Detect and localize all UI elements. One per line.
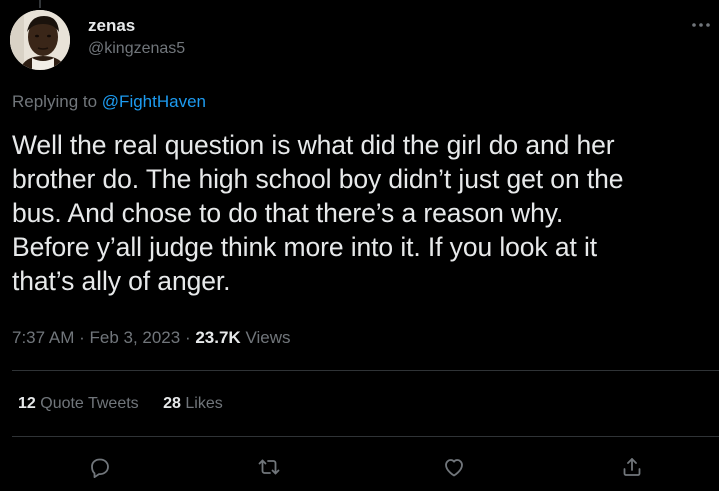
tweet-text-line: Before y’all judge think more into it. I… bbox=[12, 232, 598, 262]
tweet-time[interactable]: 7:37 AM bbox=[12, 328, 74, 347]
replying-to-label: Replying to bbox=[12, 92, 98, 111]
tweet-text: Well the real question is what did the g… bbox=[12, 128, 712, 298]
replying-to: Replying to @FightHaven bbox=[12, 91, 206, 113]
reply-button[interactable] bbox=[85, 452, 115, 482]
avatar-image bbox=[10, 10, 70, 70]
retweet-button[interactable] bbox=[254, 452, 284, 482]
tweet-text-line: brother do. The high school boy didn’t j… bbox=[12, 164, 624, 194]
likes-count: 28 bbox=[163, 395, 181, 412]
meta-separator: · bbox=[74, 328, 90, 347]
retweet-icon bbox=[258, 459, 280, 475]
tweet-date[interactable]: Feb 3, 2023 bbox=[89, 328, 180, 347]
handle[interactable]: @kingzenas5 bbox=[88, 38, 185, 60]
display-name[interactable]: zenas bbox=[88, 15, 185, 37]
tweet-meta: 7:37 AM · Feb 3, 2023 · 23.7K Views bbox=[12, 326, 290, 350]
reply-icon bbox=[91, 458, 109, 478]
share-icon bbox=[623, 458, 641, 476]
divider bbox=[12, 370, 719, 371]
action-bar bbox=[0, 452, 719, 482]
heart-icon bbox=[445, 459, 463, 477]
like-button[interactable] bbox=[439, 452, 469, 482]
divider bbox=[12, 436, 719, 437]
tweet-text-line: that’s ally of anger. bbox=[12, 266, 231, 296]
likes-link[interactable]: 28 Likes bbox=[163, 392, 223, 416]
author-block: zenas @kingzenas5 bbox=[88, 15, 185, 60]
avatar[interactable] bbox=[10, 10, 70, 70]
more-horizontal-icon[interactable] bbox=[689, 18, 713, 32]
share-button[interactable] bbox=[617, 452, 647, 482]
views-count: 23.7K bbox=[195, 328, 241, 347]
tweet-text-line: Well the real question is what did the g… bbox=[12, 130, 615, 160]
likes-label: Likes bbox=[180, 395, 223, 412]
quote-tweets-label: Quote Tweets bbox=[35, 395, 139, 412]
quote-tweets-link[interactable]: 12 Quote Tweets bbox=[18, 392, 139, 416]
tweet-text-line: bus. And chose to do that there’s a reas… bbox=[12, 198, 564, 228]
quote-tweets-count: 12 bbox=[18, 395, 36, 412]
engagement-stats: 12 Quote Tweets 28 Likes bbox=[18, 392, 243, 416]
meta-separator: · bbox=[180, 328, 196, 347]
views-label: Views bbox=[240, 328, 291, 347]
thread-connector bbox=[39, 0, 41, 8]
reply-mention-link[interactable]: @FightHaven bbox=[102, 92, 206, 111]
